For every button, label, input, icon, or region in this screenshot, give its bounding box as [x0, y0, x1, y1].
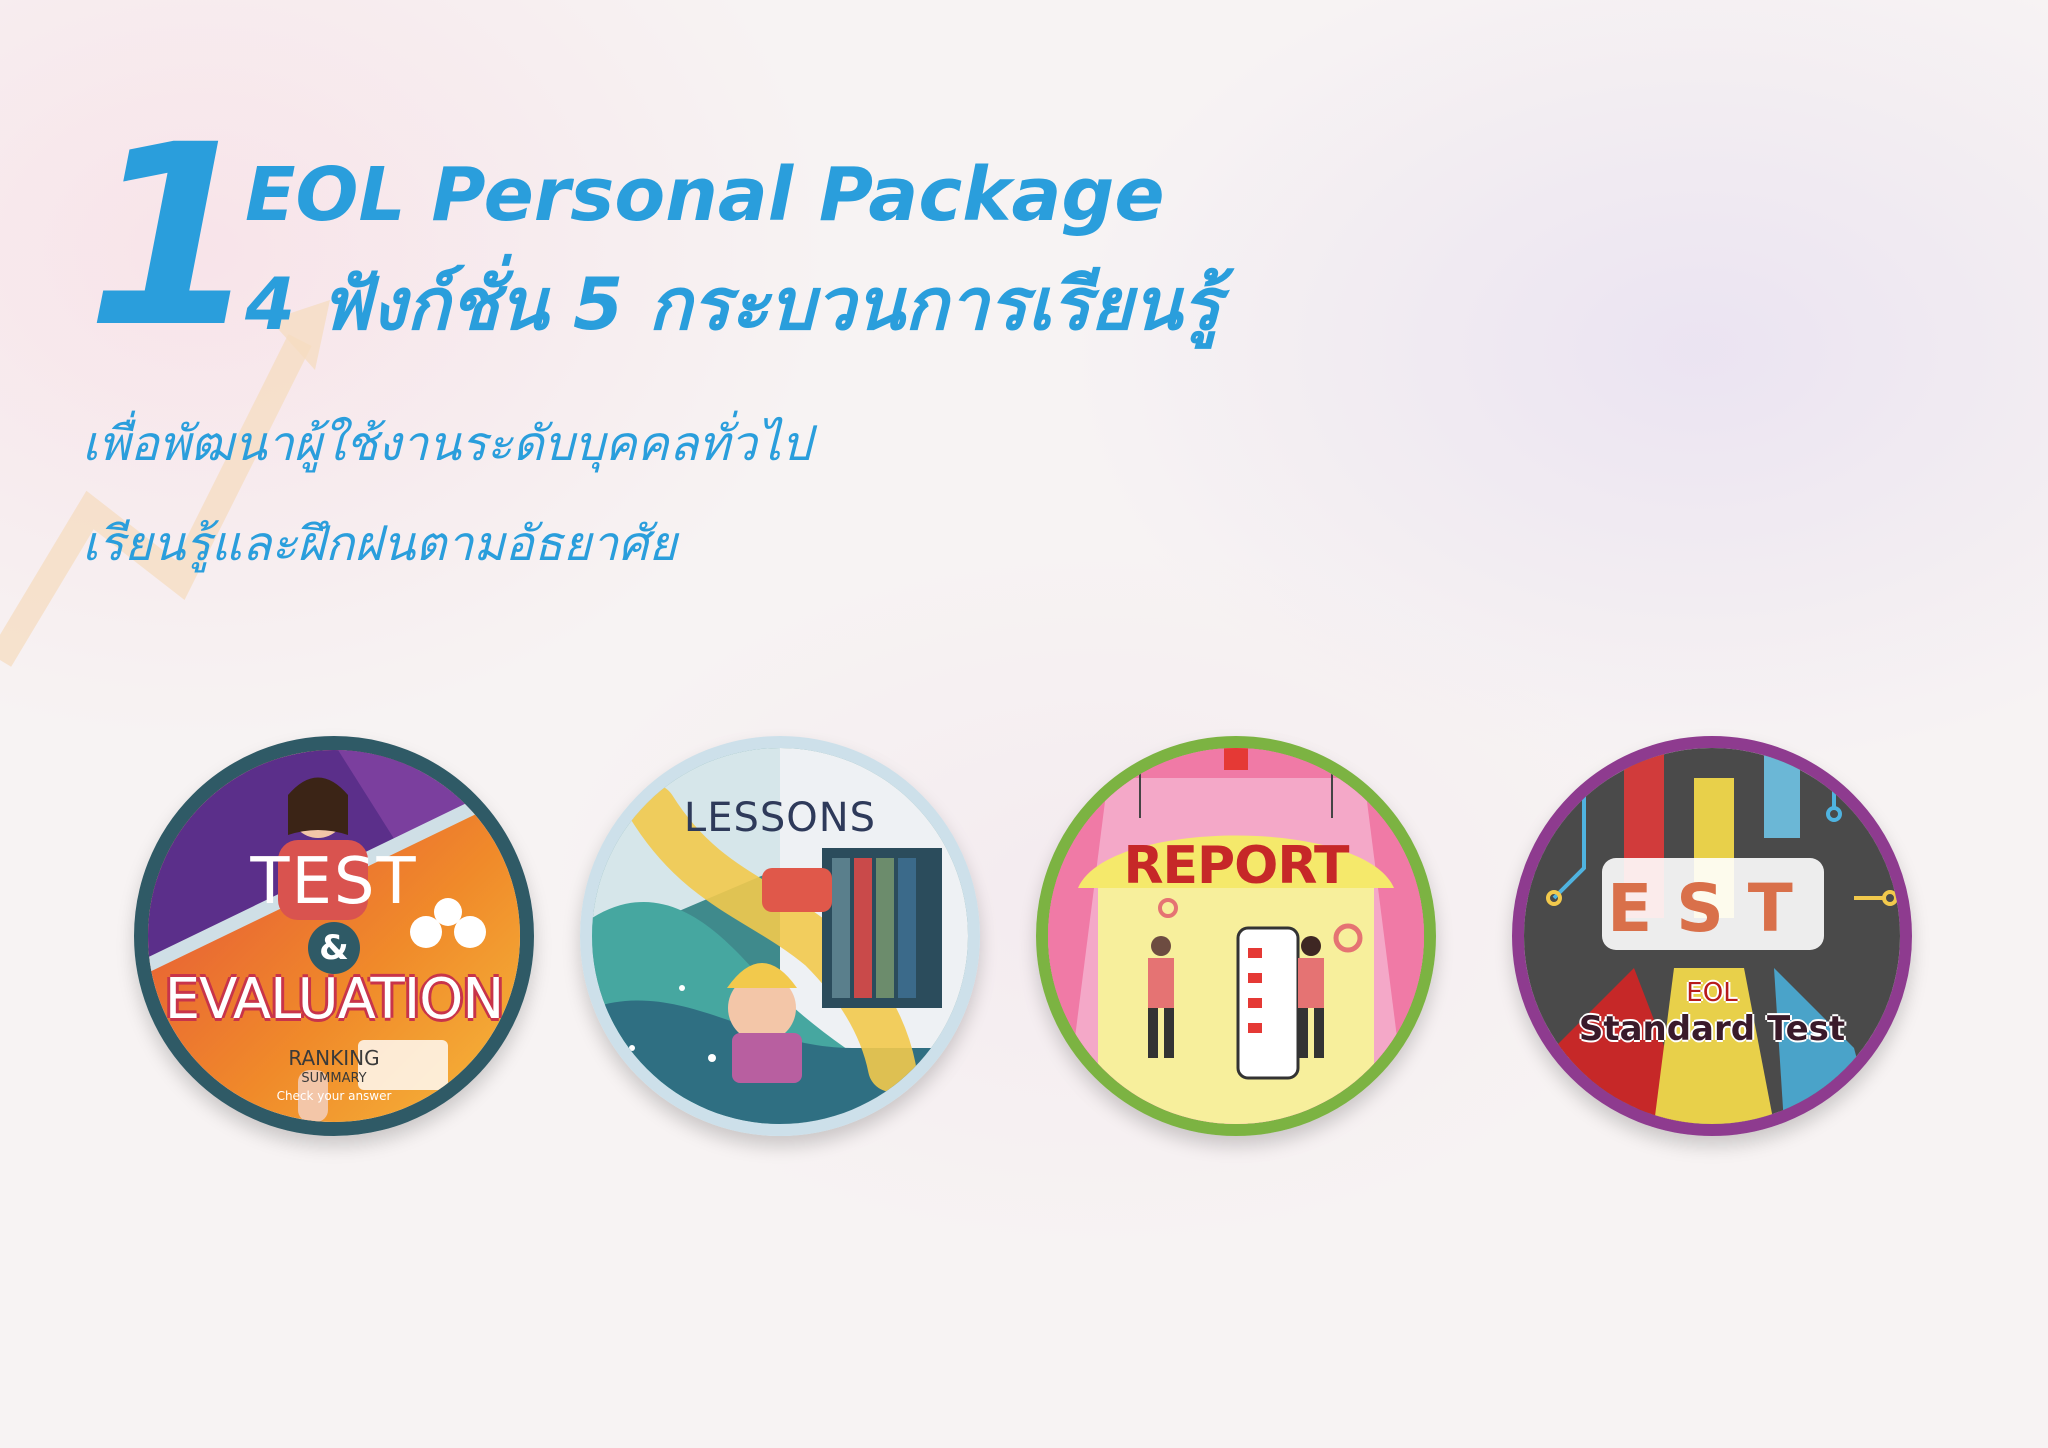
est-label: EST: [1607, 870, 1817, 947]
test-label: TEST: [250, 845, 418, 919]
ranking-label: RANKING: [288, 1046, 380, 1070]
lessons-label: LESSONS: [683, 795, 877, 841]
est-badge[interactable]: EST EOL Standard Test: [1512, 736, 1912, 1136]
report-badge[interactable]: REPORT: [1036, 736, 1436, 1136]
report-illustration: [1048, 748, 1424, 1124]
package-title: EOL Personal Package: [245, 152, 1165, 238]
standard-test-label: Standard Test: [1578, 1009, 1846, 1049]
evaluation-label: EVALUATION: [164, 967, 504, 1032]
check-answer-label: Check your answer: [276, 1089, 392, 1103]
summary-label: SUMMARY: [301, 1071, 367, 1086]
test-evaluation-badge[interactable]: TEST & EVALUATION RANKING SUMMARY Check …: [134, 736, 534, 1136]
section-number: 1: [86, 91, 260, 382]
description-line-1: เพื่อพัฒนาผู้ใช้งานระดับบุคคลทั่วไป: [82, 416, 812, 472]
description-line-2: เรียนรู้และฝึกฝนตามอัธยาศัย: [82, 516, 677, 572]
package-subheading: 4 ฟังก์ชั่น 5 กระบวนการเรียนรู้: [245, 262, 1221, 346]
report-label: REPORT: [1123, 836, 1349, 896]
lessons-badge[interactable]: LESSONS: [580, 736, 980, 1136]
eol-label: EOL: [1686, 978, 1738, 1008]
